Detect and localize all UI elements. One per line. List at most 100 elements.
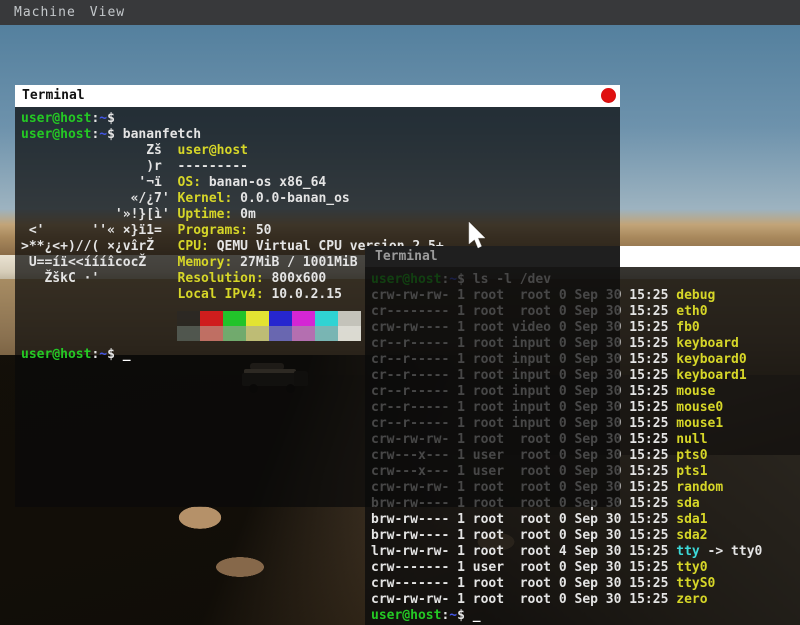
color-palette <box>177 311 361 341</box>
prompt-user: user@host <box>371 608 441 623</box>
palette-swatch-bottom <box>246 326 269 341</box>
ls-row: brw-rw---- 1 root root 0 Sep 30 15:25 sd… <box>371 528 800 544</box>
ls-row-name: null <box>676 432 707 447</box>
ls-row-meta: brw-rw---- 1 root root 0 Sep 30 15:25 <box>371 512 676 527</box>
ls-row-name: debug <box>676 288 715 303</box>
ls-row-meta: crw-rw-rw- 1 root root 0 Sep 30 15:25 <box>371 592 676 607</box>
ls-row-name: sda2 <box>676 528 707 543</box>
palette-row <box>177 311 361 326</box>
palette-swatch-bottom <box>338 326 361 341</box>
palette-swatch-top <box>269 311 292 326</box>
fetch-line: '»!}[ì' Uptime: 0m <box>21 207 620 223</box>
ls-row: crw------- 1 root root 0 Sep 30 15:25 tt… <box>371 576 800 592</box>
ls-row-meta: brw-rw---- 1 root root 0 Sep 30 15:25 <box>371 528 676 543</box>
fetch-label: Programs: <box>178 223 256 238</box>
ls-row: crw------- 1 user root 0 Sep 30 15:25 tt… <box>371 560 800 576</box>
close-button-icon[interactable] <box>601 88 616 103</box>
palette-swatch-top <box>338 311 361 326</box>
palette-swatch-top <box>223 311 246 326</box>
terminal2-title: Terminal <box>365 246 620 267</box>
palette-swatch-top <box>315 311 338 326</box>
prompt-user: user@host <box>21 347 91 362</box>
fetch-line: «/¿7' Kernel: 0.0.0-banan_os <box>21 191 620 207</box>
fetch-line: Local IPv4: 10.0.2.15 <box>21 287 620 303</box>
terminal1-command-line: user@host:~$ bananfetch <box>21 127 620 143</box>
prompt-path: ~ <box>99 347 107 362</box>
fetch-value: 0.0.0-banan_os <box>240 191 350 206</box>
palette-swatch-bottom <box>315 326 338 341</box>
fetch-ascii-art: U==íï<<íííîcocŽ <box>21 255 178 270</box>
fetch-label: OS: <box>178 175 209 190</box>
menu-item-view[interactable]: View <box>90 5 125 20</box>
menu-bar: Machine View <box>0 0 800 25</box>
fetch-ascii-art: )r <box>21 159 178 174</box>
ls-row-name: random <box>676 480 723 495</box>
ls-row-name: ttyS0 <box>676 576 715 591</box>
prompt-path: ~ <box>99 127 107 142</box>
prompt-dollar: $ <box>107 347 123 362</box>
prompt-path: ~ <box>449 608 457 623</box>
fetch-value: 50 <box>256 223 272 238</box>
ls-row-name: mouse1 <box>676 416 723 431</box>
ls-row-name: tty0 <box>676 560 707 575</box>
fetch-label: Local IPv4: <box>178 287 272 302</box>
palette-swatch-bottom <box>292 326 315 341</box>
terminal1-prompt-line: user@host:~$ <box>21 111 620 127</box>
ls-row-meta: crw------- 1 user root 0 Sep 30 15:25 <box>371 560 676 575</box>
palette-swatch-bottom <box>200 326 223 341</box>
fetch-ascii-art: >**¿<+)//( ×¿vîrŽ <box>21 239 178 254</box>
fetch-line: <' ''« ×}ï1= Programs: 50 <box>21 223 620 239</box>
fetch-label: Kernel: <box>178 191 241 206</box>
ls-row-link-target: -> tty0 <box>700 544 763 559</box>
terminal1-cursor: _ <box>123 347 131 362</box>
palette-swatch-top <box>292 311 315 326</box>
fetch-label: Resolution: <box>178 271 272 286</box>
ls-row-name: mouse0 <box>676 400 723 415</box>
ls-row-name: sda1 <box>676 512 707 527</box>
ls-row-name: fb0 <box>676 320 699 335</box>
terminal1-titlebar[interactable]: Terminal <box>15 85 620 107</box>
palette-swatch-bottom <box>223 326 246 341</box>
prompt-dollar: $ <box>457 608 473 623</box>
terminal1-content[interactable]: user@host:~$ user@host:~$ bananfetch Zš … <box>15 107 620 507</box>
ls-row: crw-rw-rw- 1 root root 0 Sep 30 15:25 ze… <box>371 592 800 608</box>
fetch-label: Memory: <box>178 255 241 270</box>
ls-row-name: sda <box>676 496 699 511</box>
fetch-ascii-art: «/¿7' <box>21 191 178 206</box>
ls-row-name: zero <box>676 592 707 607</box>
terminal1-command: bananfetch <box>123 127 201 142</box>
ls-row-name: pts1 <box>676 464 707 479</box>
fetch-label: CPU: <box>178 239 217 254</box>
terminal1-title: Terminal <box>22 88 85 103</box>
fetch-ascii-art: <' ''« ×}ï1= <box>21 223 178 238</box>
terminal2-titlebar[interactable]: Terminal <box>365 246 800 267</box>
terminal1-window: Terminal user@host:~$ user@host:~$ banan… <box>15 85 620 507</box>
prompt-user: user@host <box>21 111 91 126</box>
fetch-line: )r --------- <box>21 159 620 175</box>
prompt-dollar: $ <box>107 111 123 126</box>
fetch-value: --------- <box>178 159 248 174</box>
ls-row-name: pts0 <box>676 448 707 463</box>
prompt-path: ~ <box>99 111 107 126</box>
fetch-value: 27MiB / 1001MiB <box>240 255 357 270</box>
palette-swatch-top <box>200 311 223 326</box>
palette-swatch-top <box>177 311 200 326</box>
fetch-ascii-art: ŽškC ·' <box>21 271 178 286</box>
fetch-value: 0m <box>240 207 256 222</box>
palette-swatch-bottom <box>269 326 292 341</box>
fetch-value: user@host <box>178 143 248 158</box>
terminal1-prompt-line: user@host:~$ _ <box>21 347 620 363</box>
fetch-ascii-art <box>21 287 178 302</box>
fetch-ascii-art: '»!}[ì' <box>21 207 178 222</box>
fetch-value: 10.0.2.15 <box>271 287 341 302</box>
spacer <box>21 303 620 311</box>
ls-row: brw-rw---- 1 root root 0 Sep 30 15:25 sd… <box>371 512 800 528</box>
palette-row <box>177 326 361 341</box>
fetch-ascii-art: '¬ï <box>21 175 178 190</box>
ls-row-meta: crw------- 1 root root 0 Sep 30 15:25 <box>371 576 676 591</box>
fetch-value: banan-os x86_64 <box>209 175 326 190</box>
fetch-line: ŽškC ·' Resolution: 800x600 <box>21 271 620 287</box>
menu-item-machine[interactable]: Machine <box>14 5 76 20</box>
ls-row: lrw-rw-rw- 1 root root 4 Sep 30 15:25 tt… <box>371 544 800 560</box>
fetch-value: 800x600 <box>271 271 326 286</box>
